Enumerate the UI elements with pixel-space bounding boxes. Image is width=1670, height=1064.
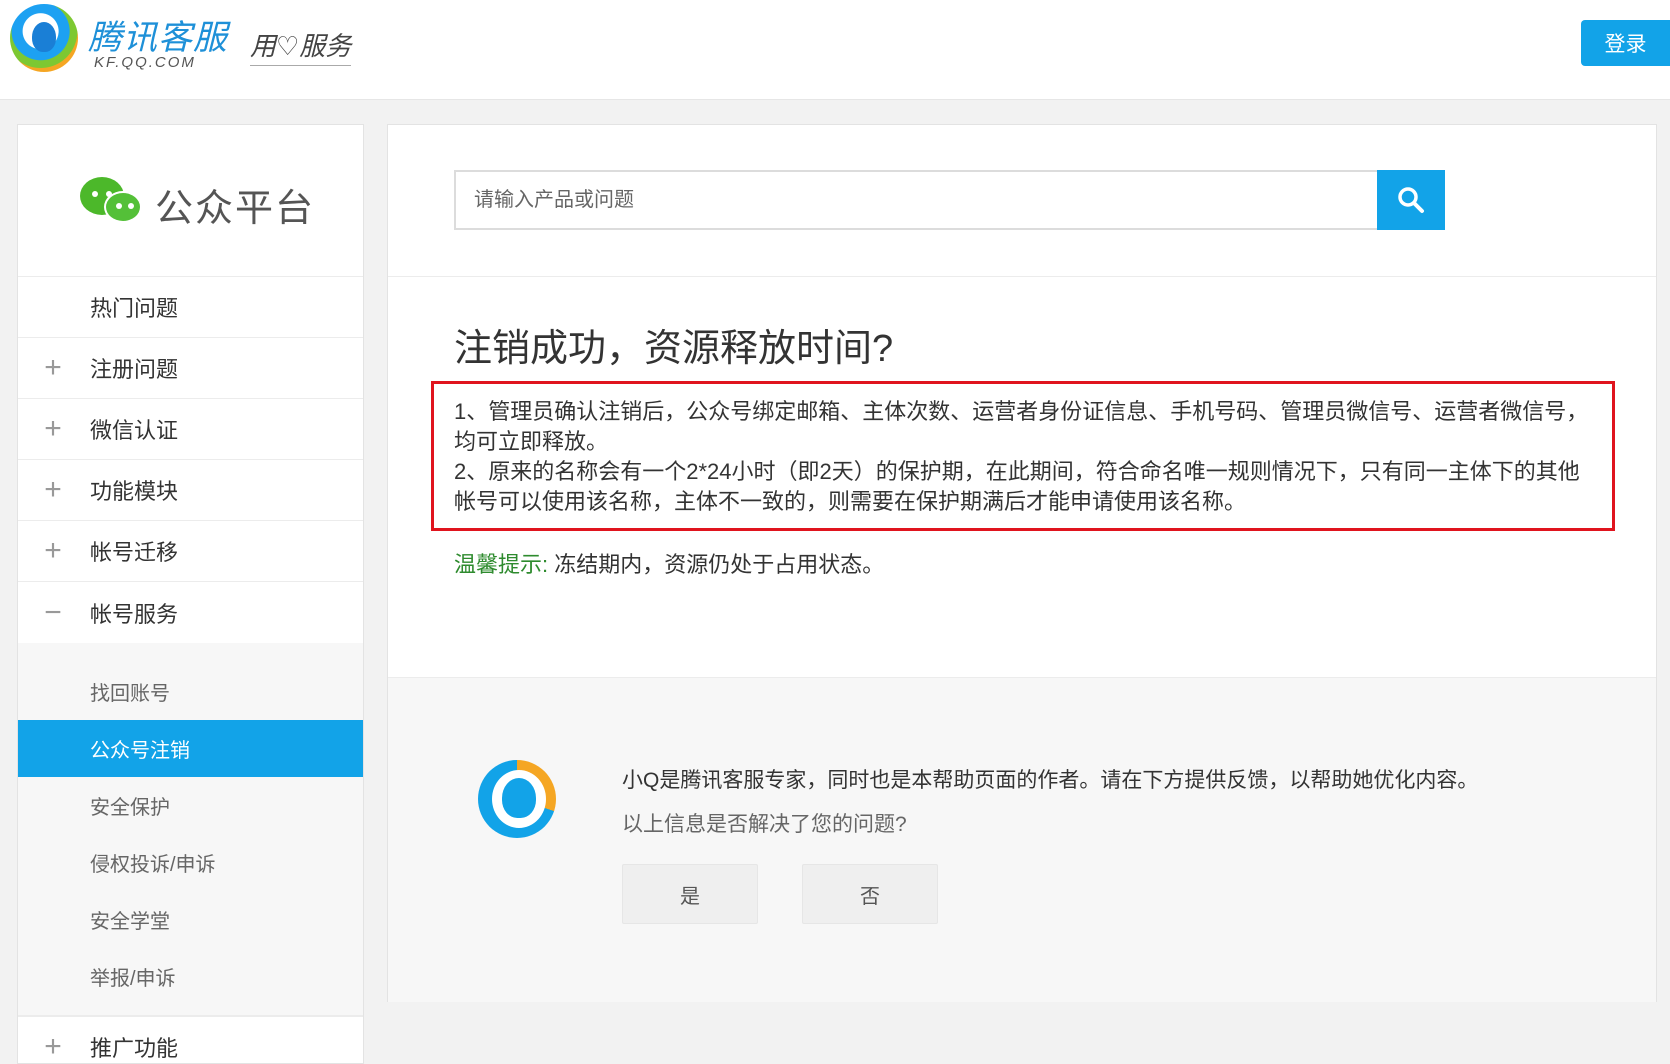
slogan: 用♡服务 [250,26,352,66]
sidebar-subitem-security-school[interactable]: 安全学堂 [18,891,363,948]
main-content: 注销成功，资源释放时间? 1、管理员确认注销后，公众号绑定邮箱、主体次数、运营者… [387,124,1657,1002]
feedback-no-button[interactable]: 否 [802,864,938,924]
plus-icon: + [44,534,62,567]
sidebar-item-label: 微信认证 [90,418,179,443]
tip-text: 冻结期内，资源仍处于占用状态。 [548,552,885,577]
sidebar-item-account-migration[interactable]: + 帐号迁移 [18,521,363,582]
article: 注销成功，资源释放时间? 1、管理员确认注销后，公众号绑定邮箱、主体次数、运营者… [388,277,1656,677]
wechat-icon [80,177,146,229]
search-bar [388,125,1656,277]
sidebar-item-wechat-verify[interactable]: + 微信认证 [18,399,363,460]
login-button[interactable]: 登录 [1581,20,1670,66]
top-header: 腾讯客服 KF.QQ.COM 用♡服务 登录 [0,0,1670,100]
article-title: 注销成功，资源释放时间? [454,328,894,370]
sidebar-item-label: 热门问题 [90,296,179,321]
sidebar-subitem-report[interactable]: 举报/申诉 [18,948,363,1005]
plus-icon: + [44,412,62,445]
search-input[interactable] [454,170,1377,230]
article-paragraph-1: 1、管理员确认注销后，公众号绑定邮箱、主体次数、运营者身份证信息、手机号码、管理… [454,399,1589,454]
tip-label: 温馨提示: [454,552,549,577]
search-icon [1398,187,1424,213]
xiaoq-avatar-icon [478,760,558,840]
sidebar-item-promotion[interactable]: + 推广功能 [18,1016,363,1063]
sidebar-subitem-infringement[interactable]: 侵权投诉/申诉 [18,834,363,891]
sidebar-brand: 公众平台 [18,125,363,277]
sidebar-subitem-recover-account[interactable]: 找回账号 [18,663,363,720]
sidebar: 公众平台 热门问题 + 注册问题 + 微信认证 + 功能模块 + 帐号迁移 − … [17,124,364,1064]
sidebar-item-modules[interactable]: + 功能模块 [18,460,363,521]
sidebar-item-label: 功能模块 [90,479,179,504]
feedback-yes-button[interactable]: 是 [622,864,758,924]
article-paragraph-2: 2、原来的名称会有一个2*24小时（即2天）的保护期，在此期间，符合命名唯一规则… [454,459,1580,514]
sidebar-subitem-account-cancel[interactable]: 公众号注销 [18,720,363,777]
sidebar-item-registration[interactable]: + 注册问题 [18,338,363,399]
logo-text: 腾讯客服 [88,19,228,57]
sidebar-item-hot-questions[interactable]: 热门问题 [18,277,363,338]
sidebar-subitem-security[interactable]: 安全保护 [18,777,363,834]
plus-icon: + [44,473,62,506]
sidebar-submenu: 找回账号 公众号注销 安全保护 侵权投诉/申诉 安全学堂 举报/申诉 [18,643,363,1016]
sidebar-item-label: 注册问题 [90,357,179,382]
sidebar-item-label: 推广功能 [90,1035,179,1061]
article-tip: 温馨提示: 冻结期内，资源仍处于占用状态。 [454,547,884,579]
feedback-intro: 小Q是腾讯客服专家，同时也是本帮助页面的作者。请在下方提供反馈，以帮助她优化内容… [622,769,1479,792]
search-button[interactable] [1377,170,1445,230]
sidebar-item-label: 帐号迁移 [90,540,179,565]
sidebar-brand-title: 公众平台 [155,188,316,230]
plus-icon: + [44,351,62,384]
feedback-question: 以上信息是否解决了您的问题? [622,813,907,836]
penguin-icon [32,22,56,52]
plus-icon: + [44,1029,62,1063]
logo-subtext: KF.QQ.COM [94,54,196,71]
sidebar-item-account-service[interactable]: − 帐号服务 [18,582,363,643]
feedback-section: 小Q是腾讯客服专家，同时也是本帮助页面的作者。请在下方提供反馈，以帮助她优化内容… [388,677,1656,1002]
minus-icon: − [44,595,62,629]
sidebar-item-label: 帐号服务 [90,601,179,627]
